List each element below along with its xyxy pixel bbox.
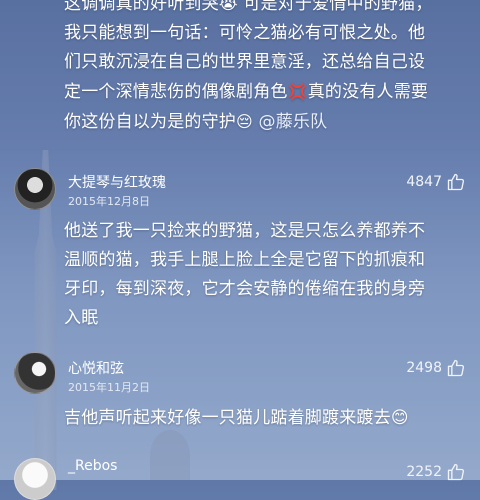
top-comment-line: 们只敢沉浸在自己的世界里意淫，还总给自己设 bbox=[64, 52, 426, 72]
top-comment-line: 定一个深情悲伤的偶像剧角色💢真的没有人需要 bbox=[64, 82, 429, 102]
thumbs-up-icon bbox=[447, 463, 465, 481]
like-count: 2252 bbox=[406, 464, 442, 480]
top-comment-line: 这调调真的好听到哭😭 可是对于爱情中的野猫， bbox=[64, 0, 474, 19]
comment-text: 他送了我一只捡来的野猫，这是只怎么养都养不 温顺的猫，我手上腿上脸上全是它留下的… bbox=[64, 221, 426, 328]
thumbs-up-icon bbox=[447, 173, 465, 191]
comment-text: 吉他声听起来好像一只猫儿踮着脚踱来踱去😊 bbox=[64, 408, 409, 428]
top-comment-line: 你这份自以为是的守护😔 @藤乐队 bbox=[64, 112, 328, 132]
comment-date: 2015年12月8日 bbox=[68, 195, 150, 208]
avatar[interactable] bbox=[14, 168, 56, 210]
top-comment-text: 这调调真的好听到哭😭 可是对于爱情中的野猫， 我只能想到一句话：可怜之猫必有可恨… bbox=[64, 0, 474, 137]
like-count: 4847 bbox=[406, 174, 442, 190]
crying-emoji-icon: 😭 bbox=[218, 0, 238, 13]
smile-emoji-icon: 😊 bbox=[390, 408, 409, 428]
username[interactable]: 大提琴与红玫瑰 bbox=[68, 172, 166, 192]
like-button[interactable]: 2252 bbox=[406, 462, 466, 482]
thumbs-up-icon bbox=[447, 359, 465, 377]
like-button[interactable]: 2498 bbox=[406, 358, 466, 378]
comment-date: 2015年11月2日 bbox=[68, 381, 150, 394]
relieved-emoji-icon: 😔 bbox=[236, 112, 253, 131]
username[interactable]: _Rebos bbox=[68, 458, 117, 474]
like-button[interactable]: 4847 bbox=[406, 172, 466, 192]
comment-feed[interactable]: 这调调真的好听到哭😭 可是对于爱情中的野猫， 我只能想到一句话：可怜之猫必有可恨… bbox=[0, 0, 480, 500]
username[interactable]: 心悦和弦 bbox=[68, 358, 124, 378]
avatar[interactable] bbox=[14, 352, 56, 394]
top-comment-line: 我只能想到一句话：可怜之猫必有可恨之处。他 bbox=[64, 23, 426, 43]
like-count: 2498 bbox=[406, 360, 442, 376]
anger-emoji-icon: 💢 bbox=[287, 82, 308, 101]
mention-link[interactable]: @藤乐队 bbox=[259, 112, 328, 132]
avatar[interactable] bbox=[14, 458, 56, 500]
